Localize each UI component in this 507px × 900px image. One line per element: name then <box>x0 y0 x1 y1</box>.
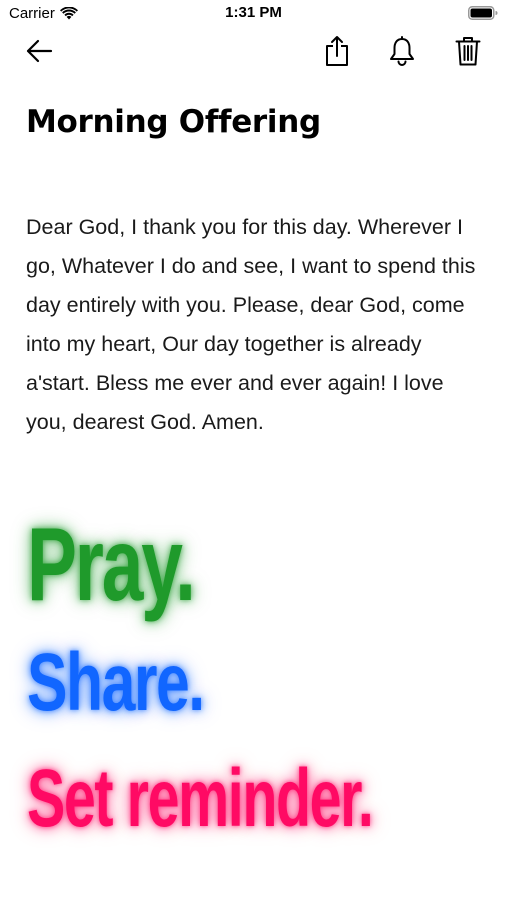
delete-button[interactable] <box>450 34 486 72</box>
trash-icon <box>455 35 481 72</box>
battery-icon <box>468 6 498 20</box>
navigation-bar <box>0 30 507 76</box>
share-icon <box>324 35 350 72</box>
bell-icon <box>388 35 416 71</box>
promo-share-text: Share. <box>27 637 205 728</box>
status-bar: Carrier 1:31 PM <box>0 0 507 28</box>
promo-pray-text: Pray. <box>27 507 196 623</box>
arrow-left-icon <box>25 39 53 68</box>
prayer-body: Dear God, I thank you for this day. Wher… <box>26 215 476 434</box>
status-time: 1:31 PM <box>225 4 282 21</box>
share-button[interactable] <box>319 34 355 72</box>
reminder-button[interactable] <box>384 34 420 72</box>
back-button[interactable] <box>22 36 56 70</box>
promo-reminder-text: Set reminder. <box>27 753 374 844</box>
prayer-title: Morning Offering <box>26 104 321 140</box>
